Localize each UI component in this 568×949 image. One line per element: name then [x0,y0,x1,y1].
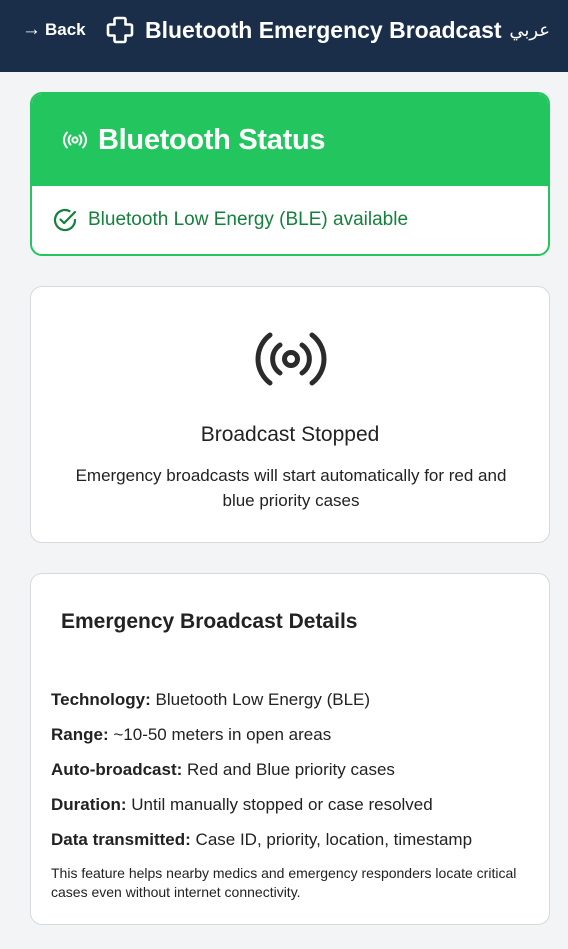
app-header: → Back Bluetooth Emergency Broadcast عرب… [0,0,568,72]
page-title: Bluetooth Emergency Broadcast [145,16,502,43]
details-row-duration: Duration: Until manually stopped or case… [51,794,531,829]
bluetooth-status-card: Bluetooth Status Bluetooth Low Energy (B… [30,92,550,256]
details-label: Range: [51,725,109,744]
details-label: Technology: [51,690,151,709]
bluetooth-status-title: Bluetooth Status [98,123,326,156]
details-note: This feature helps nearby medics and eme… [51,865,517,900]
broadcast-status-text: Broadcast Stopped [200,423,380,446]
details-row-range: Range: ~10-50 meters in open areas [51,724,531,759]
broadcast-description: Emergency broadcasts will start automati… [75,466,507,510]
details-value: ~10-50 meters in open areas [113,725,332,744]
details-value: Until manually stopped or case resolved [131,795,433,814]
broadcast-status-card: Broadcast Stopped Emergency broadcasts w… [30,286,550,543]
details-row-auto-broadcast: Auto-broadcast: Red and Blue priority ca… [51,759,531,794]
language-toggle[interactable]: عربي [509,20,550,41]
arrow-right-icon: → [22,19,41,40]
back-button[interactable]: → Back [22,19,86,41]
broadcast-icon [255,332,327,386]
check-circle-icon [53,208,77,232]
bluetooth-status-row: Bluetooth Low Energy (BLE) available [32,186,548,254]
details-row-technology: Technology: Bluetooth Low Energy (BLE) [51,689,531,724]
details-value: Red and Blue priority cases [187,760,395,779]
broadcast-details-card: Emergency Broadcast Details Technology: … [30,573,550,925]
details-label: Data transmitted: [51,830,191,849]
medical-cross-icon [106,16,134,44]
details-value: Case ID, priority, location, timestamp [195,830,473,849]
signal-broadcast-icon [63,131,87,149]
title-group: Bluetooth Emergency Broadcast [105,14,502,46]
details-title: Emergency Broadcast Details [61,610,358,633]
details-label: Auto-broadcast: [51,760,183,779]
bluetooth-status-text: Bluetooth Low Energy (BLE) available [88,209,409,230]
back-label: Back [45,20,86,39]
details-row-data-transmitted: Data transmitted: Case ID, priority, loc… [51,829,531,864]
details-list: Technology: Bluetooth Low Energy (BLE) R… [51,689,531,864]
details-value: Bluetooth Low Energy (BLE) [155,690,371,709]
bluetooth-status-header: Bluetooth Status [32,94,548,186]
details-label: Duration: [51,795,127,814]
